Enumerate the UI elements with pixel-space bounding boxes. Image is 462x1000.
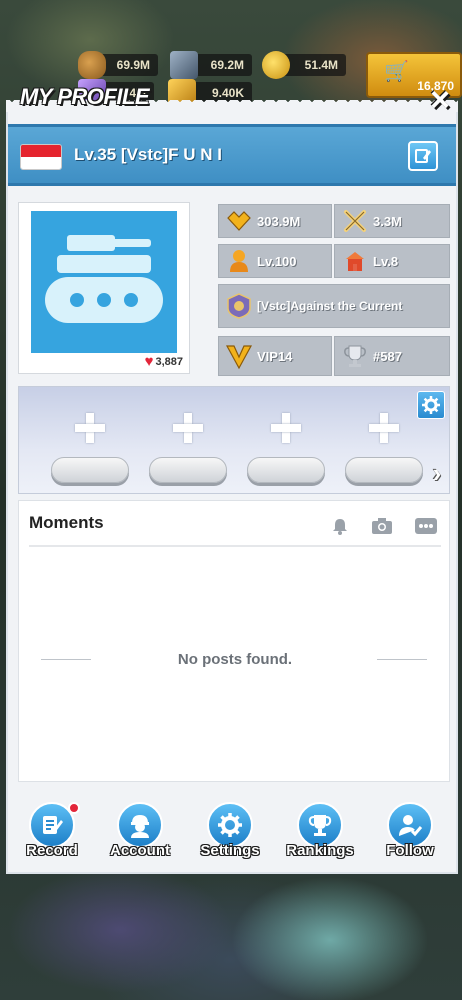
- gold-value: 51.4M: [304, 58, 338, 72]
- add-icon: [369, 413, 399, 443]
- kills-stat[interactable]: 3.3M: [334, 204, 450, 238]
- alliance-stat[interactable]: [Vstc]Against the Current: [218, 284, 450, 328]
- gold-resource[interactable]: 51.4M: [262, 51, 346, 79]
- vip-stat[interactable]: VIP14: [218, 336, 332, 376]
- commander-icon: [225, 247, 253, 275]
- cart-icon: 🛒: [384, 61, 409, 83]
- hero-pedestal: [247, 457, 325, 483]
- page-title: MY PROFILE: [20, 84, 150, 109]
- alliance-badge-icon: [225, 292, 253, 320]
- add-icon: [271, 413, 301, 443]
- crossed-swords-icon: [341, 207, 369, 235]
- title-bar: MY PROFILE ×: [0, 82, 462, 124]
- gold-coin-icon: [262, 51, 290, 79]
- gear-icon: [218, 813, 242, 837]
- food-icon: [78, 51, 106, 79]
- settings-label: Settings: [200, 842, 260, 859]
- likes-count[interactable]: ♥ 3,887: [145, 353, 183, 370]
- hero-pedestal: [345, 457, 423, 483]
- hero-pedestal: [149, 457, 227, 483]
- divider: [377, 659, 427, 660]
- tank-icon: [45, 235, 163, 323]
- bottom-nav: Record Account Settings Rankings Follow: [6, 790, 458, 870]
- hero-slot[interactable]: [51, 413, 129, 487]
- chevron-right-icon[interactable]: ›: [425, 459, 449, 487]
- avatar[interactable]: ♥ 3,887: [18, 202, 190, 374]
- ranking-stat[interactable]: #587: [334, 336, 450, 376]
- moments-title: Moments: [29, 513, 104, 532]
- hero-slot[interactable]: [345, 413, 423, 487]
- hero-slot[interactable]: [247, 413, 325, 487]
- edit-icon: [415, 149, 431, 163]
- rankings-label: Rankings: [286, 842, 354, 859]
- rankings-button[interactable]: Rankings: [280, 802, 360, 866]
- hero-pedestal: [51, 457, 129, 483]
- record-label: Record: [26, 842, 78, 859]
- country-flag-icon: [20, 144, 62, 170]
- settings-button[interactable]: Settings: [190, 802, 270, 866]
- hq-building-icon: [341, 247, 369, 275]
- iron-value: 69.2M: [210, 58, 244, 72]
- commander-level-stat[interactable]: Lv.100: [218, 244, 332, 278]
- moments-section: Moments No posts found.: [18, 500, 450, 782]
- alliance-name: [Vstc]Against the Current: [257, 298, 403, 313]
- edit-profile-button[interactable]: [408, 141, 438, 171]
- close-icon[interactable]: ×: [422, 82, 458, 118]
- follow-button[interactable]: Follow: [370, 802, 450, 866]
- account-button[interactable]: Account: [100, 802, 180, 866]
- gear-icon: [422, 396, 440, 414]
- camera-icon[interactable]: [371, 515, 393, 537]
- iron-resource[interactable]: 69.2M: [170, 51, 252, 79]
- hero-slot[interactable]: [149, 413, 227, 487]
- tank-avatar-image: [31, 211, 177, 353]
- player-name: Lv.35 [Vstc]F U N I: [74, 145, 222, 164]
- hero-slots: ›: [18, 386, 450, 494]
- vip-badge-icon: [225, 342, 253, 370]
- trophy-icon: [308, 815, 332, 836]
- hq-level-stat[interactable]: Lv.8: [334, 244, 450, 278]
- notification-dot: [68, 802, 80, 814]
- iron-icon: [170, 51, 198, 79]
- account-label: Account: [110, 842, 170, 859]
- follow-icon: [399, 815, 423, 837]
- power-icon: [225, 207, 253, 235]
- power-stat[interactable]: 303.9M: [218, 204, 332, 238]
- trophy-icon: [341, 342, 369, 370]
- add-icon: [75, 413, 105, 443]
- record-button[interactable]: Record: [12, 802, 92, 866]
- profile-panel: Lv.35 [Vstc]F U N I ♥ 3,887 303.9M 3.3M …: [6, 100, 458, 874]
- divider: [29, 545, 441, 547]
- account-icon: [131, 815, 149, 838]
- food-resource[interactable]: 69.9M: [78, 51, 158, 79]
- food-value: 69.9M: [116, 58, 150, 72]
- add-icon: [173, 413, 203, 443]
- more-options-icon[interactable]: [415, 515, 437, 537]
- record-icon: [43, 816, 63, 834]
- bell-icon[interactable]: [329, 515, 351, 537]
- player-header: Lv.35 [Vstc]F U N I: [8, 124, 456, 186]
- follow-label: Follow: [386, 842, 434, 859]
- heart-icon: ♥: [144, 353, 154, 370]
